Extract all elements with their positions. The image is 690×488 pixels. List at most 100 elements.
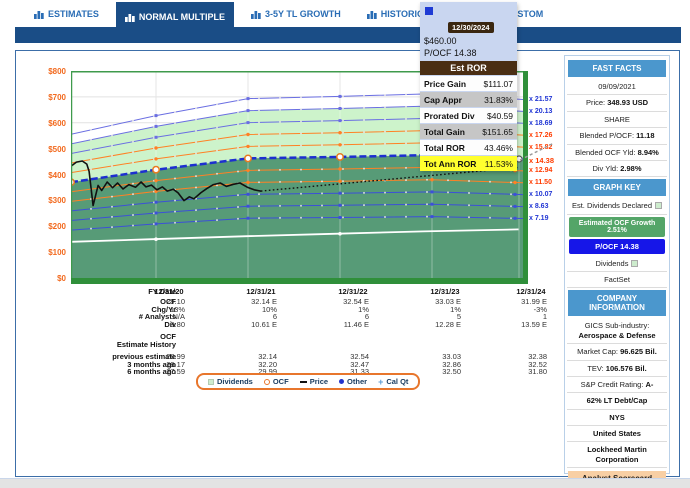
legend-label: Cal Qt <box>386 377 408 386</box>
estimated-ocf-growth-button[interactable]: Estimated OCF Growth 2.51% <box>569 217 665 237</box>
table-row-estimate-history: Estimate History <box>24 340 572 348</box>
legend-label: OCF <box>273 377 289 386</box>
legend-item-price[interactable]: Price <box>300 377 328 386</box>
y-tick-label: $800 <box>16 67 66 76</box>
tab-normal-multiple[interactable]: NORMAL MULTIPLE <box>116 2 234 29</box>
multiple-label: x 8.63 <box>529 203 548 210</box>
green-swatch-icon <box>655 202 662 209</box>
multiple-label: x 10.07 <box>529 191 552 198</box>
tooltip-row-value: 31.83% <box>484 95 513 105</box>
company-information-header: COMPANY INFORMATION <box>568 290 666 316</box>
cell-value: 12/31/24 <box>496 287 566 296</box>
fast-facts-row-blended-ocf-yld-8-94: Blended OCF Yld: 8.94% <box>567 145 667 161</box>
tooltip-row-value: 43.46% <box>484 143 513 153</box>
table-row-chg-yr: Chg/Yr13%10%1%1%-3% <box>24 305 572 313</box>
legend-item-ocf[interactable]: OCF <box>264 377 289 386</box>
y-tick-label: $100 <box>16 248 66 257</box>
tooltip-row-label: Total Gain <box>424 127 465 137</box>
cell-value: 13.59 E <box>487 320 547 329</box>
multiple-label: x 7.19 <box>529 215 548 222</box>
y-tick-label: $0 <box>16 274 66 283</box>
multiple-label: x 20.13 <box>529 108 552 115</box>
table-row-fy-date: FY Date12/31/2012/31/2112/31/2212/31/231… <box>24 287 572 297</box>
tab-label: 3-5Y TL GROWTH <box>265 9 341 19</box>
legend-item-other[interactable]: Other <box>339 377 367 386</box>
tooltip-row-tot-ann-ror: Tot Ann ROR11.53% <box>420 156 517 171</box>
tooltip-header: Est ROR <box>420 61 517 75</box>
fast-facts-row-div-yld-2-98: Div Yld: 2.98% <box>567 161 667 177</box>
blue-dot-icon <box>339 379 344 384</box>
y-tick-label: $300 <box>16 196 66 205</box>
tooltip-date-badge: 12/30/2024 <box>448 22 494 33</box>
orange-ring-icon <box>264 379 270 385</box>
tab-label: NORMAL MULTIPLE <box>139 12 225 22</box>
cell-value: 11.46 E <box>309 320 369 329</box>
legend-label: Dividends <box>217 377 253 386</box>
cell-value: 10.61 E <box>217 320 277 329</box>
tooltip-row-value: $40.59 <box>487 111 513 121</box>
tooltip-row-value: 11.53% <box>485 159 513 169</box>
tooltip-row-label: Prorated Div <box>424 111 475 121</box>
company-info-row-62-lt-debt-cap: 62% LT Debt/Cap <box>567 393 667 409</box>
green-square-icon <box>208 379 214 385</box>
blue-plus-icon: + <box>378 379 383 385</box>
bar-chart-icon <box>367 10 377 19</box>
sidebar: FAST FACTS09/09/2021Price: 348.93 USDSHA… <box>564 55 670 474</box>
estimate-table: FY Date12/31/2012/31/2112/31/2212/31/231… <box>24 287 572 375</box>
cell-value: 12/31/23 <box>410 287 480 296</box>
company-info-row-lockheed-martin-corporat: Lockheed Martin Corporation <box>567 442 667 468</box>
table-row-3-months-ago: 3 months ago29.1732.2032.4732.8632.52 <box>24 360 572 368</box>
black-dash-icon <box>300 381 307 383</box>
bar-chart-icon <box>251 10 261 19</box>
data-source: FactSet <box>567 272 667 288</box>
cell-value: 27.59 <box>125 367 185 376</box>
company-info-row-united-states: United States <box>567 426 667 442</box>
chart-tooltip: 12/30/2024 $460.00 P/OCF 14.38 Est ROR P… <box>420 2 517 171</box>
tooltip-row-label: Price Gain <box>424 79 466 89</box>
bar-chart-icon <box>125 13 135 22</box>
tooltip-row-total-ror: Total ROR 43.46% <box>420 140 517 155</box>
tooltip-row-value: $111.07 <box>484 79 513 89</box>
table-row-ocf: OCF <box>24 332 572 340</box>
tooltip-row-prorated-div: Prorated Div $40.59 <box>420 108 517 123</box>
legend-item-dividends[interactable]: Dividends <box>208 377 253 386</box>
legend-label: Other <box>347 377 367 386</box>
multiple-label: x 17.26 <box>529 132 552 139</box>
fast-facts-row-09-09-2021: 09/09/2021 <box>567 79 667 95</box>
tooltip-connector <box>516 139 562 165</box>
chart-legend: Dividends OCF Price Other +Cal Qt <box>196 373 420 390</box>
y-tick-label: $600 <box>16 119 66 128</box>
graph-key-header: GRAPH KEY <box>568 179 666 196</box>
fastgraphs-app: ESTIMATESNORMAL MULTIPLE3-5Y TL GROWTHHI… <box>0 0 690 488</box>
navigation-bar <box>15 27 681 43</box>
multiple-label: x 11.50 <box>529 179 552 186</box>
company-info-row-tev-106-576-bil: TEV: 106.576 Bil. <box>567 361 667 377</box>
tooltip-row-value: $151.65 <box>482 127 513 137</box>
tab-label: ESTIMATES <box>48 9 99 19</box>
fast-facts-row-blended-p-ocf-11-18: Blended P/OCF: 11.18 <box>567 128 667 144</box>
company-info-row-gics-sub-industry-aerosp: GICS Sub-industry: Aerospace & Defense <box>567 318 667 344</box>
legend-item-cal-qt[interactable]: +Cal Qt <box>378 377 408 386</box>
chart-card: $800$700$600$500$400$300$200$100$0 x 21.… <box>15 50 680 477</box>
y-tick-label: $400 <box>16 171 66 180</box>
tooltip-price: $460.00 <box>420 35 517 47</box>
cell-value: 12/31/22 <box>318 287 388 296</box>
multiple-label: x 12.94 <box>529 167 552 174</box>
tooltip-row-cap-appr: Cap Appr31.83% <box>420 92 517 107</box>
tab-3-5y-tl-growth[interactable]: 3-5Y TL GROWTH <box>242 3 350 24</box>
tooltip-series-marker-icon <box>425 7 433 15</box>
legend-label: Price <box>310 377 328 386</box>
y-tick-label: $500 <box>16 145 66 154</box>
y-tick-label: $200 <box>16 222 66 231</box>
est-dividends-declared-key: Est. Dividends Declared <box>567 198 667 214</box>
company-info-row-nys: NYS <box>567 410 667 426</box>
tooltip-row-label: Total ROR <box>424 143 465 153</box>
bar-chart-icon <box>34 10 44 19</box>
tooltip-row-total-gain: Total Gain $151.65 <box>420 124 517 139</box>
tooltip-rows: Price Gain$111.07Cap Appr31.83%Prorated … <box>420 76 517 171</box>
multiple-labels: x 21.57x 20.13x 18.69x 17.26x 15.82x 14.… <box>529 71 569 286</box>
green-swatch-icon <box>631 260 638 267</box>
table-row-analysts: # AnalystsN/A6651 <box>24 312 572 320</box>
tab-estimates[interactable]: ESTIMATES <box>25 3 108 24</box>
pocf-button[interactable]: P/OCF 14.38 <box>569 239 665 254</box>
